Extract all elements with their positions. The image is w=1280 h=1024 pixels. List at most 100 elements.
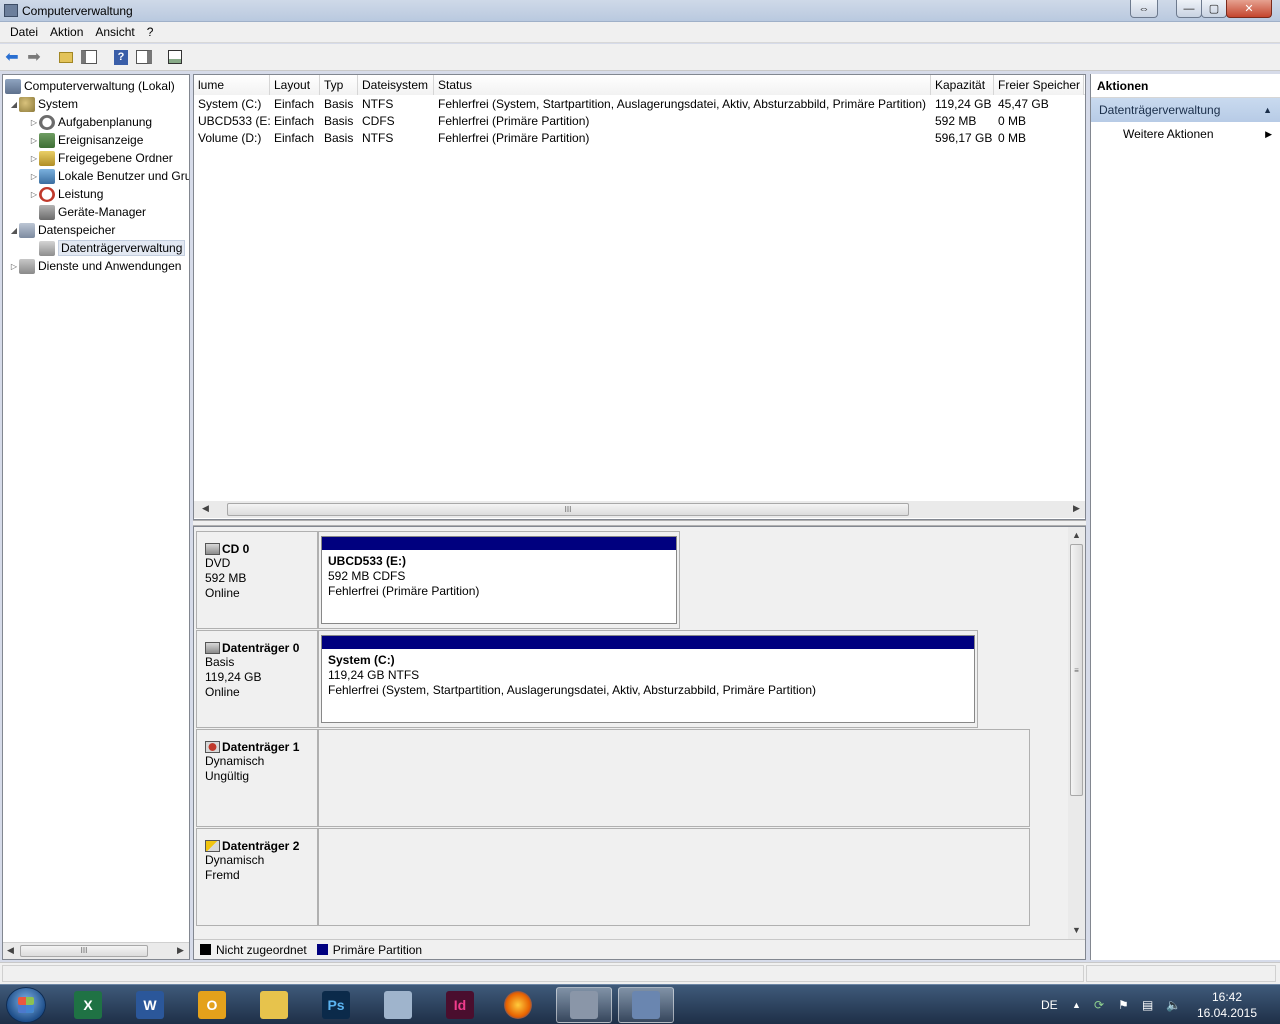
- taskbar-computer-management[interactable]: [618, 987, 674, 1023]
- collapsed-arrow-icon[interactable]: ▷: [9, 262, 19, 271]
- start-button[interactable]: [6, 987, 46, 1023]
- collapse-up-icon[interactable]: ▲: [1263, 98, 1272, 122]
- scroll-thumb[interactable]: III: [227, 503, 909, 516]
- show-hidden-icons-icon[interactable]: ▲: [1072, 985, 1081, 1024]
- volume-icon[interactable]: 🔈: [1166, 985, 1181, 1024]
- primary-partition-bar: [322, 636, 974, 649]
- taskbar-excel[interactable]: X: [60, 987, 116, 1023]
- taskbar: X W O Ps Id DE ▲ ⟳ ⚑ ▤ 🔈 16:42 16.04.201…: [0, 984, 1280, 1024]
- partition-ubcd533[interactable]: UBCD533 (E:) 592 MB CDFS Fehlerfrei (Pri…: [321, 536, 677, 624]
- sync-icon[interactable]: ⟳: [1094, 985, 1104, 1024]
- disk-area-disk0: System (C:) 119,24 GB NTFS Fehlerfrei (S…: [318, 630, 978, 728]
- forward-icon[interactable]: ➡: [25, 48, 43, 66]
- column-header-layout[interactable]: Layout: [270, 75, 320, 95]
- close-button[interactable]: ✕: [1226, 0, 1272, 18]
- actions-section-datentraegerverwaltung[interactable]: Datenträgerverwaltung ▲: [1091, 98, 1280, 122]
- action-weitere-aktionen[interactable]: Weitere Aktionen ▶: [1091, 122, 1280, 146]
- tree-item-lokale-benutzer[interactable]: ▷ Lokale Benutzer und Gru: [29, 167, 189, 185]
- scroll-right-icon[interactable]: ▶: [177, 945, 184, 956]
- disk-name: Datenträger 2: [205, 839, 317, 853]
- scroll-right-icon[interactable]: ▶: [1073, 503, 1080, 514]
- show-tree-icon[interactable]: [80, 48, 98, 66]
- taskbar-outlook[interactable]: O: [184, 987, 240, 1023]
- help-icon[interactable]: ?: [112, 48, 130, 66]
- swap-window-button[interactable]: ⇔: [1130, 0, 1158, 18]
- legend-swatch-primary: [316, 944, 328, 955]
- clock[interactable]: 16:42 16.04.2015: [1190, 989, 1264, 1021]
- network-icon[interactable]: ▤: [1142, 985, 1153, 1024]
- taskbar-explorer[interactable]: [246, 987, 302, 1023]
- minimize-button[interactable]: —: [1176, 0, 1202, 18]
- tree-item-freigegebene-ordner[interactable]: ▷ Freigegebene Ordner: [29, 149, 173, 167]
- taskbar-disk-app[interactable]: [556, 987, 612, 1023]
- collapsed-arrow-icon[interactable]: ▷: [29, 136, 39, 145]
- disk-label-cd0[interactable]: CD 0 DVD 592 MB Online: [196, 531, 318, 629]
- tree-item-aufgabenplanung[interactable]: ▷ Aufgabenplanung: [29, 113, 152, 131]
- tree-item-system[interactable]: ◢ System: [9, 95, 78, 113]
- back-icon[interactable]: ⬅: [3, 48, 21, 66]
- disk-map-vertical-scrollbar[interactable]: ▲ ≡ ▼: [1068, 527, 1085, 939]
- disk-label-disk0[interactable]: Datenträger 0 Basis 119,24 GB Online: [196, 630, 318, 728]
- cell-layout: Einfach: [274, 97, 315, 111]
- language-indicator[interactable]: DE: [1041, 985, 1058, 1024]
- column-header-dateisystem[interactable]: Dateisystem: [358, 75, 434, 95]
- menu-help[interactable]: ?: [141, 25, 160, 39]
- volume-list-horizontal-scrollbar[interactable]: ◀ III ▶: [194, 501, 1085, 518]
- actions-section-label: Datenträgerverwaltung: [1099, 103, 1221, 117]
- scroll-thumb[interactable]: III: [20, 945, 148, 957]
- show-action-pane-icon[interactable]: [135, 48, 153, 66]
- cell-dateisystem: CDFS: [362, 114, 395, 128]
- action-center-flag-icon[interactable]: ⚑: [1118, 985, 1129, 1024]
- scroll-down-icon[interactable]: ▼: [1072, 925, 1081, 935]
- table-row[interactable]: System (C:) Einfach Basis NTFS Fehlerfre…: [194, 96, 1085, 113]
- table-row[interactable]: Volume (D:) Einfach Basis NTFS Fehlerfre…: [194, 130, 1085, 147]
- taskbar-photoshop[interactable]: Ps: [308, 987, 364, 1023]
- scroll-thumb[interactable]: ≡: [1070, 544, 1083, 796]
- expanded-arrow-icon[interactable]: ◢: [9, 226, 19, 235]
- disk-area-disk1[interactable]: [318, 729, 1030, 827]
- scroll-left-icon[interactable]: ◀: [202, 503, 209, 514]
- collapsed-arrow-icon[interactable]: ▷: [29, 154, 39, 163]
- tree-item-datentraegerverwaltung[interactable]: Datenträgerverwaltung: [39, 239, 186, 257]
- taskbar-calculator[interactable]: [370, 987, 426, 1023]
- disk-app-icon: [570, 991, 598, 1019]
- column-header-kapazitaet[interactable]: Kapazität: [931, 75, 994, 95]
- column-header-status[interactable]: Status: [434, 75, 931, 95]
- collapsed-arrow-icon[interactable]: ▷: [29, 118, 39, 127]
- taskbar-word[interactable]: W: [122, 987, 178, 1023]
- menu-ansicht[interactable]: Ansicht: [89, 25, 140, 39]
- scroll-left-icon[interactable]: ◀: [7, 945, 14, 956]
- tree-item-geraete-manager[interactable]: Geräte-Manager: [39, 203, 146, 221]
- scroll-up-icon[interactable]: ▲: [1072, 530, 1081, 540]
- column-header-freier-speicher[interactable]: Freier Speicher: [994, 75, 1084, 95]
- tree-item-ereignisanzeige[interactable]: ▷ Ereignisanzeige: [29, 131, 143, 149]
- collapsed-arrow-icon[interactable]: ▷: [29, 172, 39, 181]
- tree-item-root[interactable]: Computerverwaltung (Lokal): [5, 77, 175, 95]
- taskbar-indesign[interactable]: Id: [432, 987, 488, 1023]
- tree-item-datenspeicher[interactable]: ◢ Datenspeicher: [9, 221, 115, 239]
- tree-horizontal-scrollbar[interactable]: ◀ III ▶: [3, 942, 189, 959]
- volume-list: lume Layout Typ Dateisystem Status Kapaz…: [193, 74, 1086, 520]
- maximize-button[interactable]: ▢: [1201, 0, 1227, 18]
- column-header-volume[interactable]: lume: [194, 75, 270, 95]
- taskbar-firefox[interactable]: [490, 987, 546, 1023]
- cell-dateisystem: NTFS: [362, 97, 394, 111]
- expanded-arrow-icon[interactable]: ◢: [9, 100, 19, 109]
- collapsed-arrow-icon[interactable]: ▷: [29, 190, 39, 199]
- disk-area-disk2[interactable]: [318, 828, 1030, 926]
- tree-item-leistung[interactable]: ▷ Leistung: [29, 185, 103, 203]
- column-header-typ[interactable]: Typ: [320, 75, 358, 95]
- disk-label-disk1[interactable]: Datenträger 1 Dynamisch Ungültig: [196, 729, 318, 827]
- properties-icon[interactable]: [166, 48, 184, 66]
- disk-state: Online: [205, 685, 240, 699]
- table-row[interactable]: UBCD533 (E:) Einfach Basis CDFS Fehlerfr…: [194, 113, 1085, 130]
- partition-detail: 592 MB CDFS: [328, 569, 406, 583]
- firefox-icon: [504, 991, 532, 1019]
- menu-aktion[interactable]: Aktion: [44, 25, 89, 39]
- disk-area-cd0: UBCD533 (E:) 592 MB CDFS Fehlerfrei (Pri…: [318, 531, 680, 629]
- menu-datei[interactable]: Datei: [4, 25, 44, 39]
- up-folder-icon[interactable]: [57, 48, 75, 66]
- tree-item-dienste[interactable]: ▷ Dienste und Anwendungen: [9, 257, 181, 275]
- disk-label-disk2[interactable]: Datenträger 2 Dynamisch Fremd: [196, 828, 318, 926]
- partition-system-c[interactable]: System (C:) 119,24 GB NTFS Fehlerfrei (S…: [321, 635, 975, 723]
